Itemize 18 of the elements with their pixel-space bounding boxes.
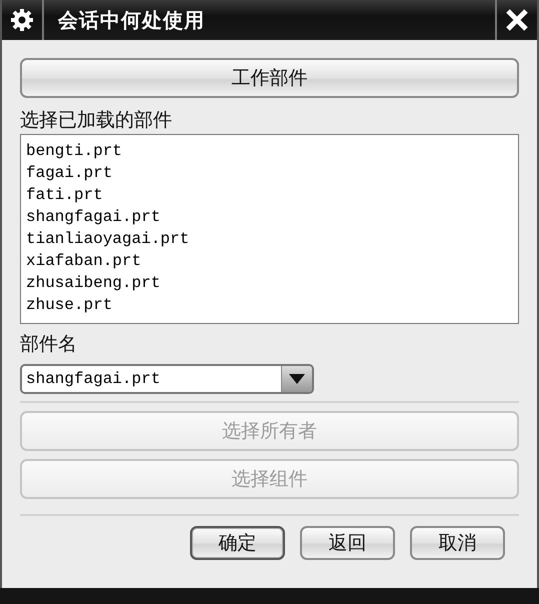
list-item[interactable]: tianliaoyagai.prt — [24, 228, 192, 250]
list-item[interactable]: zhuse.prt — [24, 294, 114, 316]
field-label: 部件名 — [20, 332, 77, 357]
dialog-button[interactable]: 返回 — [300, 526, 395, 560]
dialog-button[interactable]: 取消 — [410, 526, 505, 560]
dropdown-arrow-icon[interactable] — [288, 373, 306, 385]
dialog-button[interactable]: 确定 — [190, 526, 285, 560]
work-part-button[interactable]: 工作部件 — [20, 58, 519, 98]
list-label: 选择已加载的部件 — [20, 108, 172, 133]
list-item[interactable]: xiafaban.prt — [24, 250, 144, 272]
window-title: 会话中何处使用 — [56, 6, 206, 34]
list-item[interactable]: zhusaibeng.prt — [24, 272, 162, 294]
parts-list[interactable]: bengti.prt fagai.prt fati.prt shangfagai.prt tianliaoyagai.prt xiafaban.prt zhusaibeng.prt zhuse.prt — [20, 134, 519, 324]
list-item[interactable]: shangfagai.prt — [24, 206, 162, 228]
list-item[interactable]: fagai.prt — [24, 162, 114, 184]
list-item[interactable]: fati.prt — [24, 184, 105, 206]
list-item[interactable]: bengti.prt — [24, 140, 124, 162]
part-name-dropdown[interactable]: shangfagai.prt — [20, 364, 314, 394]
